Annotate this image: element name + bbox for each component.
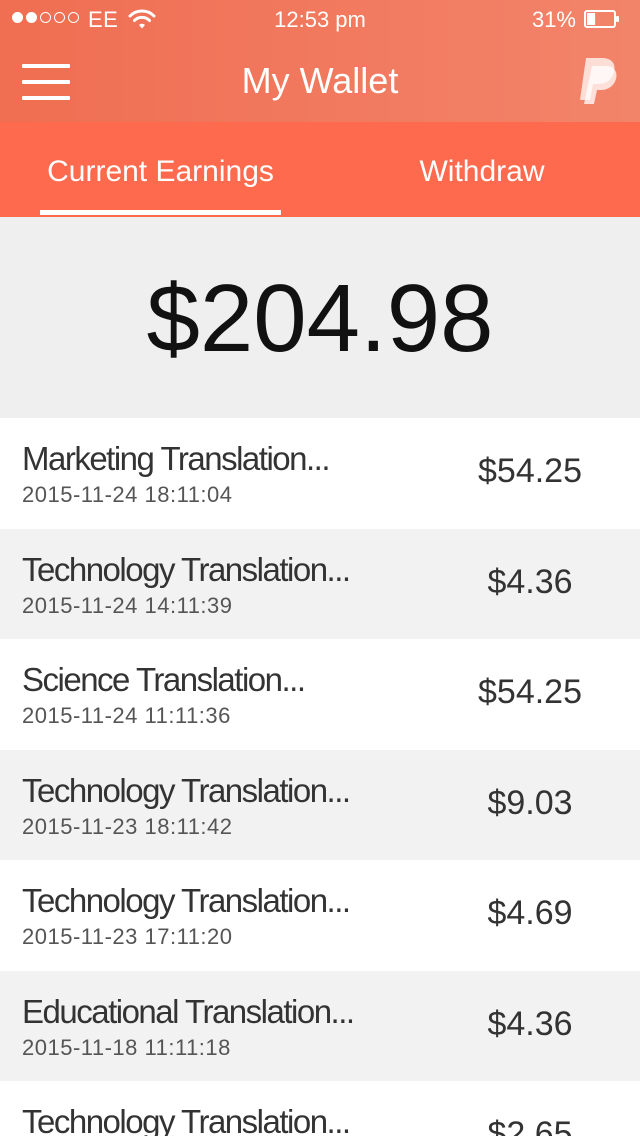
transaction-title: Technology Translation... <box>22 771 351 809</box>
page-title: My Wallet <box>241 60 399 101</box>
transaction-row[interactable]: Technology Translation... $2.65 <box>0 1081 640 1136</box>
paypal-logo-icon[interactable] <box>574 54 620 106</box>
transaction-row[interactable]: Technology Translation... 2015-11-24 14:… <box>0 528 640 639</box>
status-bar: EE 12:53 pm 31% <box>0 0 640 40</box>
transaction-date: 2015-11-23 17:11:20 <box>22 924 233 949</box>
transaction-title: Technology Translation... <box>22 882 351 919</box>
transaction-amount: $54.25 <box>478 452 582 490</box>
transaction-date: 2015-11-24 11:11:36 <box>22 703 231 728</box>
transaction-row[interactable]: Science Translation... 2015-11-24 11:11:… <box>0 639 640 750</box>
header: EE 12:53 pm 31% My Wallet <box>0 0 640 122</box>
balance-amount: $204.98 <box>146 265 494 372</box>
transaction-row[interactable]: Marketing Translation... 2015-11-24 18:1… <box>0 418 640 529</box>
transaction-title: Technology Translation... <box>22 1103 351 1136</box>
transaction-list: Marketing Translation... 2015-11-24 18:1… <box>0 418 640 1136</box>
transaction-row[interactable]: Technology Translation... 2015-11-23 17:… <box>0 860 640 971</box>
transaction-amount: $4.36 <box>487 1004 573 1043</box>
wallet-screen: EE 12:53 pm 31% My Wallet Current Earnin… <box>0 0 640 1136</box>
transaction-date: 2015-11-24 14:11:39 <box>22 592 233 618</box>
battery-percent: 31% <box>531 7 576 32</box>
tab-bar: Current Earnings Withdraw <box>0 122 640 217</box>
transaction-amount: $4.69 <box>487 894 573 932</box>
active-tab-indicator <box>40 210 281 215</box>
transaction-title: Technology Translation... <box>22 550 351 588</box>
transaction-row[interactable]: Technology Translation... 2015-11-23 18:… <box>0 749 640 860</box>
transaction-title: Marketing Translation... <box>22 440 331 477</box>
transaction-date: 2015-11-18 11:11:18 <box>22 1034 231 1060</box>
transaction-date: 2015-11-23 18:11:42 <box>22 813 233 839</box>
battery-icon <box>584 10 619 28</box>
transaction-title: Educational Translation... <box>22 992 355 1030</box>
balance-panel: $204.98 <box>0 217 640 418</box>
transaction-amount: $4.36 <box>487 562 573 601</box>
transaction-amount: $2.65 <box>487 1115 573 1136</box>
tab-withdraw[interactable]: Withdraw <box>380 122 584 217</box>
transaction-row[interactable]: Educational Translation... 2015-11-18 11… <box>0 970 640 1081</box>
transaction-amount: $54.25 <box>478 673 582 711</box>
navigation-bar: My Wallet <box>0 40 640 122</box>
transaction-date: 2015-11-24 18:11:04 <box>22 482 233 507</box>
tab-current-earnings[interactable]: Current Earnings <box>40 122 281 217</box>
transaction-amount: $9.03 <box>487 783 573 822</box>
transaction-title: Science Translation... <box>22 661 306 698</box>
